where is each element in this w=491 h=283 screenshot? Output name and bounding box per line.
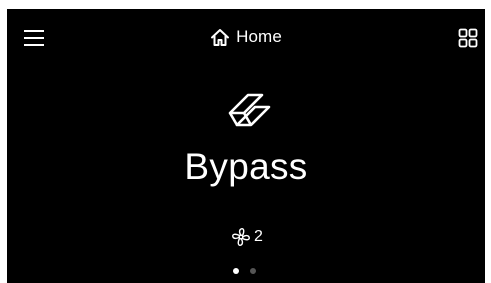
device-screen: Home Bypass 2 — [7, 9, 485, 283]
fan-level: 2 — [7, 226, 485, 248]
mode-label: Bypass — [184, 146, 308, 187]
grid-view-icon — [458, 28, 478, 48]
page-title-label: Home — [236, 27, 282, 46]
page-dot-2[interactable] — [250, 268, 256, 274]
bypass-icon — [228, 93, 271, 127]
page-title: Home — [7, 25, 485, 49]
page-dot-1[interactable] — [233, 268, 239, 274]
page-indicator — [7, 268, 485, 274]
fan-level-value: 2 — [254, 228, 263, 245]
grid-view-button[interactable] — [453, 23, 483, 53]
fan-icon — [232, 228, 250, 246]
house-icon — [211, 28, 230, 46]
